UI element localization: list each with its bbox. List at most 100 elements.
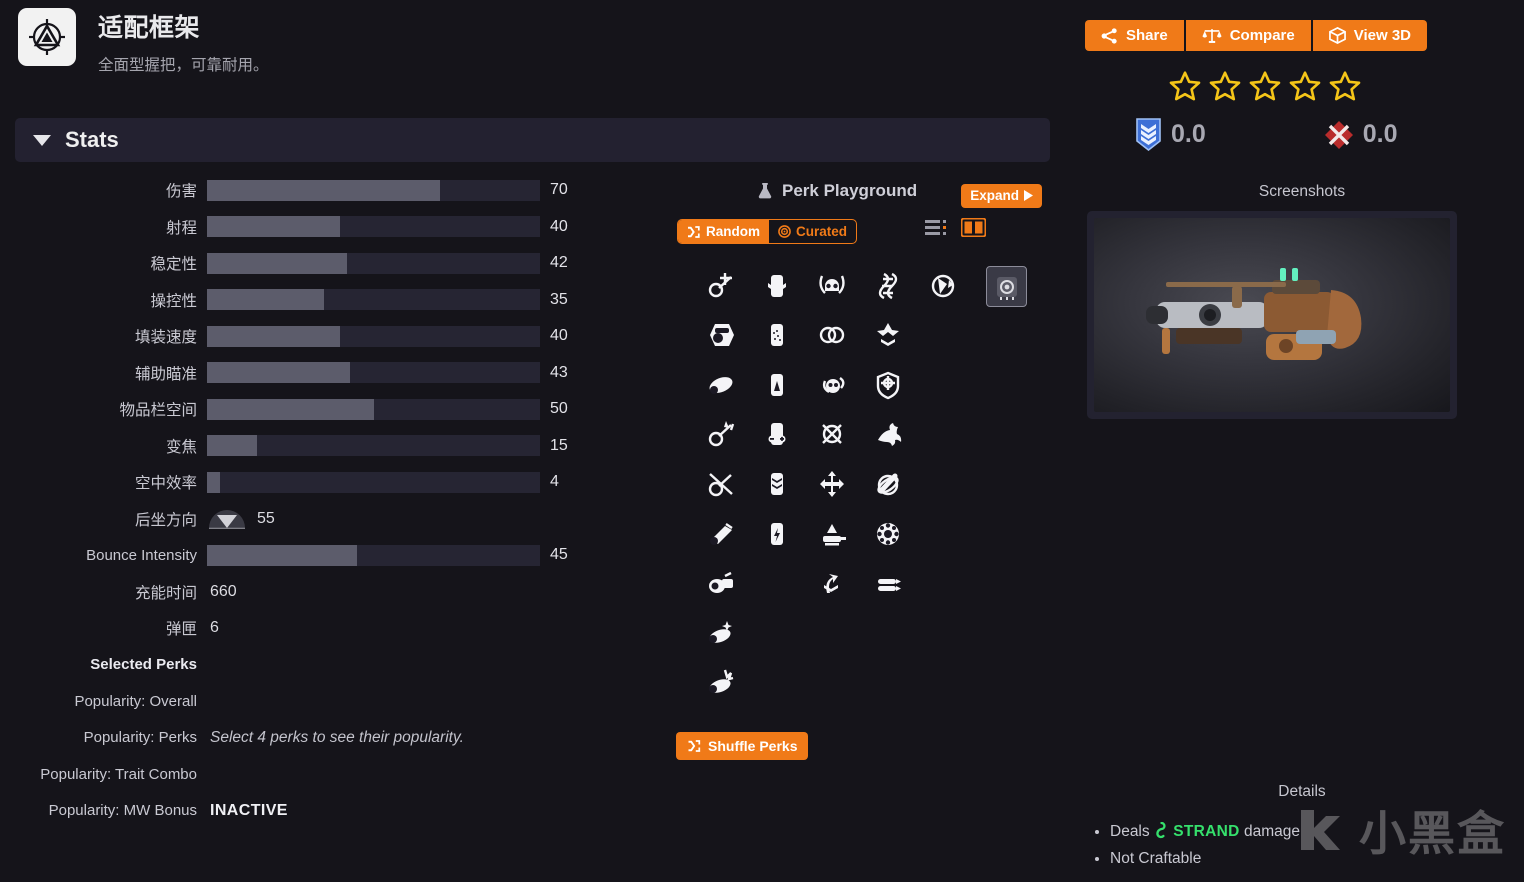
stat-value: 4 [550, 473, 559, 491]
barrel-angled-icon [710, 523, 733, 545]
details-list: Deals STRAND damage Not Craftable [1110, 821, 1300, 877]
perk-slot[interactable] [812, 563, 852, 603]
orbit-disc-icon [877, 473, 899, 496]
stat-value: 43 [550, 363, 568, 381]
star-icon[interactable] [1208, 70, 1242, 108]
stat-label: Selected Perks [90, 656, 197, 674]
star-icon[interactable] [1168, 70, 1202, 108]
perk-slot[interactable] [868, 266, 908, 306]
action-button-row: Share Compare View 3D [1085, 20, 1427, 51]
detail-item: Deals STRAND damage [1110, 821, 1300, 841]
perk-slot[interactable] [701, 315, 741, 355]
stat-bar-track [207, 398, 540, 420]
perk-slot[interactable] [923, 266, 963, 306]
detail-prefix: Deals [1110, 823, 1154, 840]
stat-row: 辅助瞄准 43 [0, 355, 630, 392]
perk-slot[interactable] [868, 365, 908, 405]
stat-row: Popularity: Overall [0, 683, 630, 720]
stat-value: 70 [550, 181, 568, 199]
perk-slot[interactable] [868, 464, 908, 504]
mw-bonus-status: INACTIVE [210, 801, 288, 819]
perk-slot[interactable] [701, 662, 741, 702]
perk-slot[interactable] [757, 414, 797, 454]
details-title: Details [1278, 783, 1326, 800]
shuffle-perks-button[interactable]: Shuffle Perks [676, 732, 809, 760]
watermark-text: 小黑盒 [1359, 807, 1506, 860]
screenshot-frame[interactable] [1087, 211, 1457, 419]
barrel-flare-icon [709, 669, 734, 693]
expand-label: Expand [970, 188, 1019, 203]
stat-note: Select 4 perks to see their popularity. [210, 728, 464, 746]
star-icon[interactable] [1248, 70, 1282, 108]
list-view-icon[interactable] [925, 219, 949, 236]
perk-slot[interactable] [701, 365, 741, 405]
perk-slot[interactable] [812, 266, 852, 306]
four-arrows-icon [820, 471, 844, 497]
perk-slot[interactable] [868, 514, 908, 554]
rating-stars[interactable] [1168, 70, 1362, 108]
flourish-crest-icon [877, 323, 899, 346]
stat-label: 操控性 [150, 292, 197, 310]
perk-slot[interactable] [757, 365, 797, 405]
launch-pad-icon [823, 524, 846, 546]
perk-slot[interactable] [701, 563, 741, 603]
perk-slot[interactable] [757, 464, 797, 504]
dual-rings-icon [819, 326, 845, 344]
winged-skull-icon [819, 275, 845, 294]
share-icon [1101, 27, 1117, 44]
stat-value: 660 [210, 582, 237, 600]
stats-section-header[interactable]: Stats [15, 118, 1050, 162]
expand-button[interactable]: Expand [961, 184, 1042, 208]
stat-row: 稳定性 42 [0, 245, 630, 282]
perk-slot[interactable] [757, 315, 797, 355]
perk-slot[interactable] [701, 464, 741, 504]
perk-slot[interactable] [868, 563, 908, 603]
stat-value: 40 [550, 217, 568, 235]
target-icon [778, 225, 791, 238]
perk-slot[interactable] [757, 266, 797, 306]
stat-row: 空中效率 4 [0, 464, 630, 501]
perk-slot[interactable] [868, 315, 908, 355]
perk-slot[interactable] [986, 266, 1027, 307]
star-icon[interactable] [1328, 70, 1362, 108]
perk-slot[interactable] [812, 514, 852, 554]
perk-slot[interactable] [701, 613, 741, 653]
perk-slot[interactable] [812, 365, 852, 405]
perk-slot[interactable] [757, 514, 797, 554]
stat-label: 空中效率 [134, 475, 197, 493]
column-view-icon[interactable] [961, 218, 986, 237]
bullets-pair-icon [878, 579, 901, 591]
stat-bar-fill [207, 325, 341, 347]
barrel-sparkle-icon [709, 621, 732, 643]
downvote-group[interactable]: 0.0 [1324, 118, 1398, 151]
stat-label: 变焦 [165, 438, 197, 456]
dragon-icon [878, 423, 902, 446]
stat-label: Bounce Intensity [86, 546, 197, 564]
hex-barrel-icon [710, 324, 734, 346]
perk-slot[interactable] [701, 266, 741, 306]
upvote-group[interactable]: 0.0 [1135, 118, 1206, 151]
right-panel: Share Compare View 3D 0.0 0.0 Screenshot… [1080, 0, 1524, 882]
upvote-chevrons-icon [1136, 118, 1161, 151]
perk-slot[interactable] [812, 315, 852, 355]
stat-bar-fill [207, 216, 341, 238]
weapon-render-image [1094, 218, 1450, 412]
stat-bar-track [207, 252, 540, 274]
toggle-curated[interactable]: Curated [769, 220, 856, 243]
stat-bar-track [207, 179, 540, 201]
perk-slot[interactable] [812, 464, 852, 504]
share-button[interactable]: Share [1085, 20, 1184, 51]
toggle-random[interactable]: Random [678, 220, 769, 243]
magazine-bolt-icon [771, 523, 783, 545]
perk-slot[interactable] [701, 514, 741, 554]
upvote-value: 0.0 [1171, 120, 1206, 148]
view-3d-button[interactable]: View 3D [1312, 20, 1427, 51]
stat-label: 物品栏空间 [119, 402, 197, 420]
perk-slot[interactable] [868, 414, 908, 454]
compare-button[interactable]: Compare [1185, 20, 1311, 51]
stat-bar-fill [207, 362, 351, 384]
perk-slot[interactable] [812, 414, 852, 454]
perk-slot[interactable] [701, 414, 741, 454]
stat-bar-fill [207, 471, 221, 493]
star-icon[interactable] [1288, 70, 1322, 108]
